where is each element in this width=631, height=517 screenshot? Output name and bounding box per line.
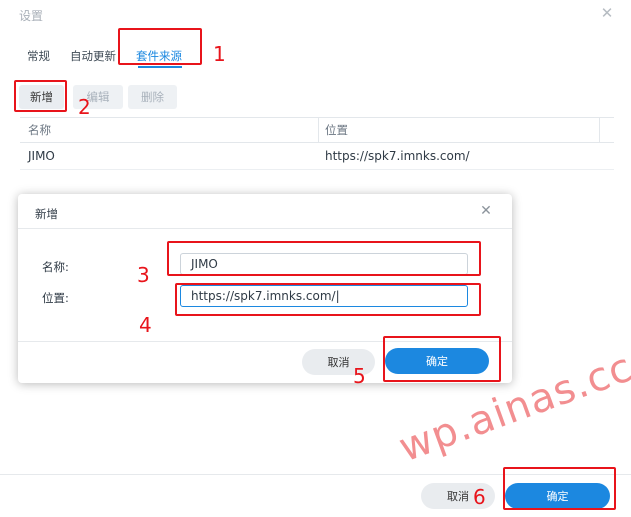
annotation-number: 3 <box>137 263 150 287</box>
text-cursor: | <box>335 289 340 303</box>
annotation-number: 5 <box>353 364 366 388</box>
column-divider[interactable] <box>318 118 319 142</box>
tab-general[interactable]: 常规 <box>27 48 50 64</box>
annotation-number: 6 <box>473 485 486 509</box>
dialog-title: 新增 <box>35 207 58 221</box>
dialog-divider <box>18 341 512 342</box>
active-tab-indicator <box>138 66 182 68</box>
annotation-number: 4 <box>139 313 152 337</box>
close-icon[interactable]: ✕ <box>600 4 614 22</box>
column-header-location[interactable]: 位置 <box>325 122 348 138</box>
dialog-ok-button[interactable]: 确定 <box>385 348 489 374</box>
location-label: 位置: <box>42 291 69 305</box>
location-input[interactable]: https://spk7.imnks.com/| <box>180 285 468 307</box>
annotation-number: 2 <box>78 95 91 119</box>
close-icon[interactable]: ✕ <box>479 203 493 219</box>
delete-button[interactable]: 删除 <box>128 85 177 109</box>
name-label: 名称: <box>42 260 69 274</box>
table-header <box>20 117 614 143</box>
ok-button[interactable]: 确定 <box>505 483 610 509</box>
add-button[interactable]: 新增 <box>19 85 64 109</box>
footer-divider <box>0 474 631 475</box>
name-input[interactable]: JIMO <box>180 253 468 275</box>
table-cell-location[interactable]: https://spk7.imnks.com/ <box>325 149 470 163</box>
column-divider[interactable] <box>599 118 600 142</box>
tab-auto-update[interactable]: 自动更新 <box>70 48 116 64</box>
table-cell-name[interactable]: JIMO <box>28 149 55 163</box>
tab-package-sources[interactable]: 套件来源 <box>136 48 182 64</box>
title-bar <box>0 0 631 30</box>
window-title: 设置 <box>19 9 44 23</box>
dialog-divider <box>18 228 512 229</box>
location-input-value: https://spk7.imnks.com/ <box>191 289 336 303</box>
row-divider <box>20 169 614 170</box>
column-header-name[interactable]: 名称 <box>28 122 51 138</box>
annotation-number: 1 <box>213 42 226 66</box>
